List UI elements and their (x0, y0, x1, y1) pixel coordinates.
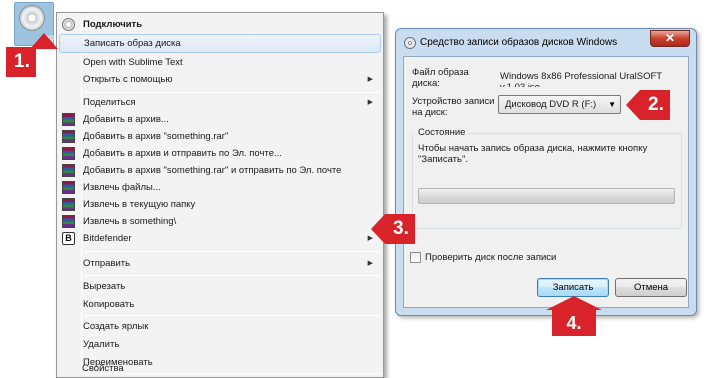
menu-item-send-to[interactable]: Отправить ▶ (59, 254, 381, 273)
status-text-line2: "Записать". (418, 154, 468, 165)
disc-icon (19, 5, 45, 31)
arrow-left-icon (371, 214, 385, 244)
menu-item-delete[interactable]: Удалить (59, 335, 381, 354)
step-badge-2: 2. (626, 90, 686, 120)
disc-icon (62, 18, 75, 31)
menu-item-bitdefender[interactable]: B Bitdefender ▶ (59, 229, 381, 248)
verify-checkbox[interactable] (410, 252, 421, 263)
submenu-arrow-icon: ▶ (367, 76, 373, 83)
chevron-down-icon: ▼ (608, 100, 616, 109)
dialog-title: Средство записи образов дисков Windows (420, 37, 618, 48)
winrar-icon (62, 147, 75, 160)
arrow-up-icon (546, 296, 602, 310)
file-name-line1: Windows 8x86 Professional UralSOFT (500, 71, 663, 82)
device-label-line2: на диск: (412, 107, 448, 118)
winrar-icon (62, 181, 75, 194)
burner-device-value: Дисковод DVD R (F:) (505, 99, 597, 110)
file-label-line2: диска: (412, 78, 440, 89)
menu-separator (84, 315, 380, 316)
menu-separator (84, 251, 380, 252)
file-label-line1: Файл образа (412, 67, 469, 78)
winrar-icon (62, 215, 75, 228)
status-group-title: Состояние (415, 127, 469, 138)
menu-item-mount[interactable]: Подключить (59, 15, 381, 34)
device-label-line1: Устройство записи (412, 96, 495, 107)
step-badge-4: 4. (546, 296, 602, 340)
close-icon: ✕ (664, 31, 676, 45)
disc-image-burner-dialog: Средство записи образов дисков Windows ✕… (395, 28, 697, 316)
submenu-arrow-icon: ▶ (367, 260, 373, 267)
menu-item-cut[interactable]: Вырезать (59, 277, 381, 296)
step-badge-3: 3. (371, 214, 445, 244)
file-name-line2: v.1.03.iso (500, 82, 540, 87)
menu-item-open-with[interactable]: Открыть с помощью ▶ (59, 70, 381, 89)
disc-burner-icon (404, 37, 416, 49)
step-badge-1: 1. (6, 47, 54, 77)
menu-item-create-shortcut[interactable]: Создать ярлык (59, 317, 381, 336)
winrar-icon (62, 130, 75, 143)
menu-item-copy[interactable]: Копировать (59, 295, 381, 314)
winrar-icon (62, 198, 75, 211)
arrow-up-icon (30, 33, 58, 49)
burner-device-select[interactable]: Дисковод DVD R (F:) ▼ (498, 95, 621, 114)
menu-separator (84, 275, 380, 276)
menu-item-burn-disc-image[interactable]: Записать образ диска (59, 34, 381, 53)
winrar-icon (62, 113, 75, 126)
burn-button[interactable]: Записать (537, 278, 609, 297)
burn-progress-bar (418, 188, 675, 204)
cancel-button[interactable]: Отмена (615, 278, 687, 297)
arrow-left-icon (626, 90, 640, 120)
verify-checkbox-label[interactable]: Проверить диск после записи (425, 252, 556, 263)
dialog-titlebar[interactable]: Средство записи образов дисков Windows ✕ (396, 29, 696, 55)
status-text-line1: Чтобы начать запись образа диска, нажмит… (418, 143, 648, 154)
bitdefender-icon: B (62, 232, 75, 245)
context-menu: Подключить Записать образ диска Open wit… (56, 12, 384, 378)
close-button[interactable]: ✕ (650, 30, 690, 47)
menu-item-properties[interactable]: Свойства (58, 359, 382, 378)
winrar-icon (62, 164, 75, 177)
